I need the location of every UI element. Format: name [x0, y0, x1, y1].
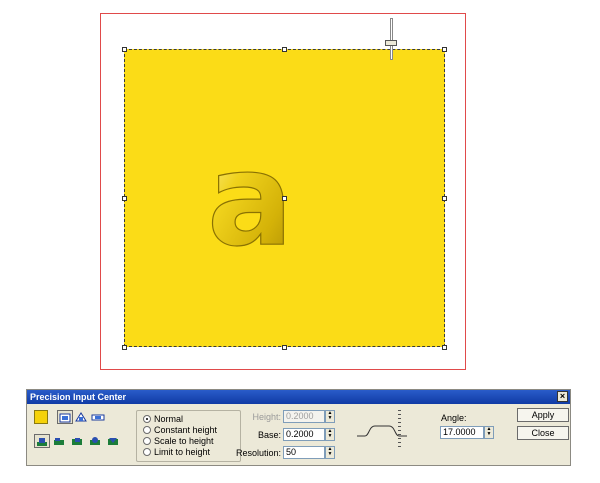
handle-bottom-left[interactable]	[122, 345, 127, 350]
base-spinner[interactable]: ▲ ▼	[325, 428, 335, 441]
flat-profile-icon[interactable]	[91, 410, 107, 424]
height-spinner[interactable]: ▲ ▼	[325, 410, 335, 423]
merge-highest-icon[interactable]	[34, 434, 50, 448]
apply-button[interactable]: Apply	[517, 408, 569, 422]
merge-lowest-icon[interactable]	[88, 434, 104, 448]
merge-add-icon[interactable]	[52, 434, 68, 448]
radio-limit-to-height[interactable]	[143, 448, 151, 456]
radio-scale-to-height[interactable]	[143, 437, 151, 445]
handle-top-center[interactable]	[282, 47, 287, 52]
mode-limit-to-height[interactable]: Limit to height	[143, 447, 210, 458]
angle-spinner[interactable]: ▲ ▼	[484, 426, 494, 439]
handle-center[interactable]	[282, 196, 287, 201]
slider-tick	[398, 422, 401, 423]
slider-tick	[398, 414, 401, 415]
handle-bottom-right[interactable]	[442, 345, 447, 350]
handle-bottom-center[interactable]	[282, 345, 287, 350]
resolution-input[interactable]: 50	[283, 446, 325, 459]
slider-tick	[398, 434, 401, 435]
color-swatch[interactable]	[34, 410, 48, 424]
slider-tick	[398, 442, 401, 443]
resolution-label: Resolution:	[235, 448, 281, 458]
dialog-title-bar[interactable]: Precision Input Center ×	[27, 390, 570, 404]
slider-tick	[398, 426, 401, 427]
handle-top-right[interactable]	[442, 47, 447, 52]
mode-constant-height[interactable]: Constant height	[143, 425, 217, 436]
height-input[interactable]: 0.2000	[283, 410, 325, 423]
handle-middle-right[interactable]	[442, 196, 447, 201]
pyramid-profile-icon[interactable]	[74, 410, 90, 424]
angle-input[interactable]: 17.0000	[440, 426, 484, 439]
dialog-title: Precision Input Center	[30, 392, 127, 402]
radio-constant-height[interactable]	[143, 426, 151, 434]
height-label: Height:	[252, 412, 281, 422]
slider-tick	[398, 446, 401, 447]
radio-normal[interactable]	[143, 415, 151, 423]
handle-top-left[interactable]	[122, 47, 127, 52]
slider-tick	[398, 438, 401, 439]
merge-subtract-icon[interactable]	[70, 434, 86, 448]
merge-replace-icon[interactable]	[106, 434, 122, 448]
base-label: Base:	[257, 430, 281, 440]
handle-middle-left[interactable]	[122, 196, 127, 201]
slider-tick	[398, 430, 401, 431]
close-button[interactable]: Close	[517, 426, 569, 440]
dialog-close-button[interactable]: ×	[557, 391, 568, 402]
height-slider-track[interactable]	[390, 18, 393, 60]
slider-tick	[398, 410, 401, 411]
mode-scale-to-height[interactable]: Scale to height	[143, 436, 214, 447]
height-slider-thumb[interactable]	[385, 40, 397, 46]
angle-label: Angle:	[441, 413, 467, 423]
dome-profile-icon[interactable]	[57, 410, 73, 424]
base-input[interactable]: 0.2000	[283, 428, 325, 441]
resolution-spinner[interactable]: ▲ ▼	[325, 446, 335, 459]
slider-tick	[398, 418, 401, 419]
mode-group: Normal Constant height Scale to height L…	[136, 410, 241, 462]
mode-normal[interactable]: Normal	[143, 414, 183, 425]
